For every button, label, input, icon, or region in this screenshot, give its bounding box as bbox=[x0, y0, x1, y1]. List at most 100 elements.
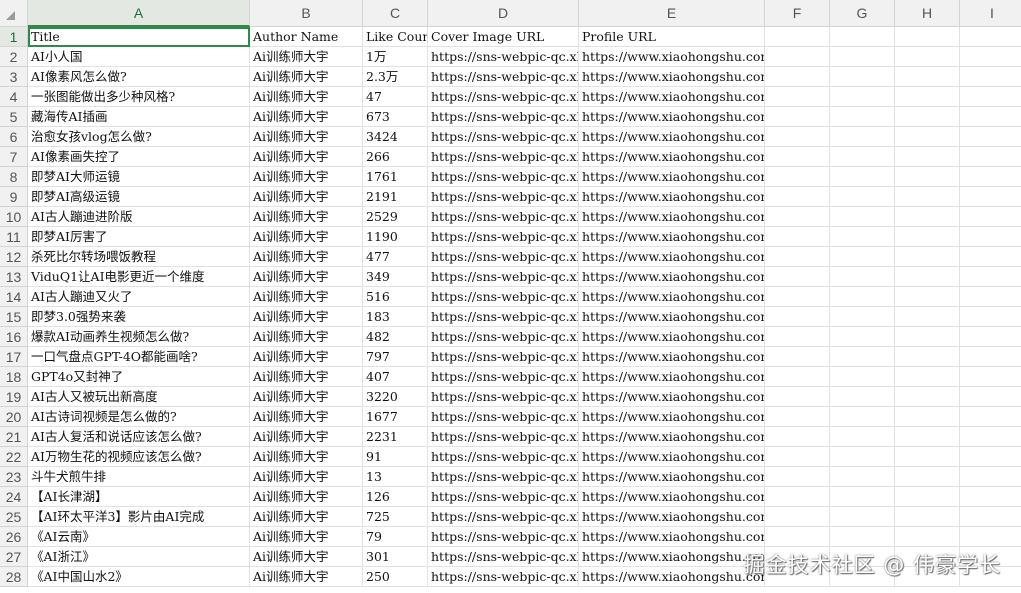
cell-g18[interactable] bbox=[830, 367, 895, 387]
cell-f19[interactable] bbox=[765, 387, 830, 407]
cell-a25[interactable]: 【AI环太平洋3】影片由AI完成 bbox=[28, 507, 250, 527]
cell-f7[interactable] bbox=[765, 147, 830, 167]
cell-f26[interactable] bbox=[765, 527, 830, 547]
cell-b3[interactable]: Ai训练师大宇 bbox=[250, 67, 363, 87]
cell-h18[interactable] bbox=[895, 367, 960, 387]
cell-i18[interactable] bbox=[960, 367, 1021, 387]
cell-d27[interactable]: https://sns-webpic-qc.xh bbox=[428, 547, 579, 567]
cell-f23[interactable] bbox=[765, 467, 830, 487]
cell-g6[interactable] bbox=[830, 127, 895, 147]
cell-h20[interactable] bbox=[895, 407, 960, 427]
cell-e3[interactable]: https://www.xiaohongshu.com/user/profile… bbox=[579, 67, 765, 87]
cell-a8[interactable]: 即梦AI大师运镜 bbox=[28, 167, 250, 187]
cell-a5[interactable]: 藏海传AI插画 bbox=[28, 107, 250, 127]
cell-f22[interactable] bbox=[765, 447, 830, 467]
cell-e11[interactable]: https://www.xiaohongshu.com/user/profile… bbox=[579, 227, 765, 247]
cell-g26[interactable] bbox=[830, 527, 895, 547]
column-header-e[interactable]: E bbox=[579, 0, 765, 27]
cell-d18[interactable]: https://sns-webpic-qc.xh bbox=[428, 367, 579, 387]
cell-i19[interactable] bbox=[960, 387, 1021, 407]
cell-h8[interactable] bbox=[895, 167, 960, 187]
cell-g3[interactable] bbox=[830, 67, 895, 87]
cell-d11[interactable]: https://sns-webpic-qc.xh bbox=[428, 227, 579, 247]
cell-a16[interactable]: 爆款AI动画养生视频怎么做? bbox=[28, 327, 250, 347]
cell-i1[interactable] bbox=[960, 27, 1021, 47]
cell-c22[interactable]: 91 bbox=[363, 447, 428, 467]
cell-f18[interactable] bbox=[765, 367, 830, 387]
row-header-20[interactable]: 20 bbox=[0, 407, 28, 427]
cell-h1[interactable] bbox=[895, 27, 960, 47]
cell-e26[interactable]: https://www.xiaohongshu.com/user/profile… bbox=[579, 527, 765, 547]
cell-c14[interactable]: 516 bbox=[363, 287, 428, 307]
cell-e22[interactable]: https://www.xiaohongshu.com/user/profile… bbox=[579, 447, 765, 467]
cell-b25[interactable]: Ai训练师大宇 bbox=[250, 507, 363, 527]
cell-e28[interactable]: https://www.xiaohongshu.com/user/profile… bbox=[579, 567, 765, 587]
cell-e10[interactable]: https://www.xiaohongshu.com/user/profile… bbox=[579, 207, 765, 227]
cell-c1[interactable]: Like Count bbox=[363, 27, 428, 47]
cell-h23[interactable] bbox=[895, 467, 960, 487]
row-header-22[interactable]: 22 bbox=[0, 447, 28, 467]
cell-a26[interactable]: 《AI云南》 bbox=[28, 527, 250, 547]
cell-c21[interactable]: 2231 bbox=[363, 427, 428, 447]
row-header-8[interactable]: 8 bbox=[0, 167, 28, 187]
cell-c17[interactable]: 797 bbox=[363, 347, 428, 367]
cell-b4[interactable]: Ai训练师大宇 bbox=[250, 87, 363, 107]
cell-e9[interactable]: https://www.xiaohongshu.com/user/profile… bbox=[579, 187, 765, 207]
cell-d17[interactable]: https://sns-webpic-qc.xh bbox=[428, 347, 579, 367]
cell-g19[interactable] bbox=[830, 387, 895, 407]
cell-d24[interactable]: https://sns-webpic-qc.xh bbox=[428, 487, 579, 507]
cell-a1[interactable]: Title bbox=[28, 27, 250, 47]
column-header-b[interactable]: B bbox=[250, 0, 363, 27]
cell-b26[interactable]: Ai训练师大宇 bbox=[250, 527, 363, 547]
cell-i15[interactable] bbox=[960, 307, 1021, 327]
row-header-9[interactable]: 9 bbox=[0, 187, 28, 207]
cell-d4[interactable]: https://sns-webpic-qc.xh bbox=[428, 87, 579, 107]
row-header-4[interactable]: 4 bbox=[0, 87, 28, 107]
cell-c16[interactable]: 482 bbox=[363, 327, 428, 347]
cell-f2[interactable] bbox=[765, 47, 830, 67]
cell-d22[interactable]: https://sns-webpic-qc.xh bbox=[428, 447, 579, 467]
cell-g21[interactable] bbox=[830, 427, 895, 447]
cell-i9[interactable] bbox=[960, 187, 1021, 207]
cell-f11[interactable] bbox=[765, 227, 830, 247]
cell-h13[interactable] bbox=[895, 267, 960, 287]
cell-g14[interactable] bbox=[830, 287, 895, 307]
row-header-21[interactable]: 21 bbox=[0, 427, 28, 447]
cell-c11[interactable]: 1190 bbox=[363, 227, 428, 247]
column-header-a[interactable]: A bbox=[28, 0, 250, 27]
cell-h22[interactable] bbox=[895, 447, 960, 467]
cell-a27[interactable]: 《AI浙江》 bbox=[28, 547, 250, 567]
cell-a6[interactable]: 治愈女孩vlog怎么做? bbox=[28, 127, 250, 147]
cell-d28[interactable]: https://sns-webpic-qc.xh bbox=[428, 567, 579, 587]
cell-a14[interactable]: AI古人蹦迪又火了 bbox=[28, 287, 250, 307]
cell-e8[interactable]: https://www.xiaohongshu.com/user/profile… bbox=[579, 167, 765, 187]
cell-f25[interactable] bbox=[765, 507, 830, 527]
cell-e13[interactable]: https://www.xiaohongshu.com/user/profile… bbox=[579, 267, 765, 287]
row-header-3[interactable]: 3 bbox=[0, 67, 28, 87]
cell-d6[interactable]: https://sns-webpic-qc.xh bbox=[428, 127, 579, 147]
cell-b8[interactable]: Ai训练师大宇 bbox=[250, 167, 363, 187]
row-header-5[interactable]: 5 bbox=[0, 107, 28, 127]
cell-b14[interactable]: Ai训练师大宇 bbox=[250, 287, 363, 307]
cell-g17[interactable] bbox=[830, 347, 895, 367]
row-header-27[interactable]: 27 bbox=[0, 547, 28, 567]
cell-i13[interactable] bbox=[960, 267, 1021, 287]
cell-a10[interactable]: AI古人蹦迪进阶版 bbox=[28, 207, 250, 227]
cell-b23[interactable]: Ai训练师大宇 bbox=[250, 467, 363, 487]
cell-i23[interactable] bbox=[960, 467, 1021, 487]
column-header-g[interactable]: G bbox=[830, 0, 895, 27]
cell-g9[interactable] bbox=[830, 187, 895, 207]
select-all-corner[interactable] bbox=[0, 0, 28, 27]
cell-a23[interactable]: 斗牛犬煎牛排 bbox=[28, 467, 250, 487]
cell-c27[interactable]: 301 bbox=[363, 547, 428, 567]
cell-d19[interactable]: https://sns-webpic-qc.xh bbox=[428, 387, 579, 407]
cell-e20[interactable]: https://www.xiaohongshu.com/user/profile… bbox=[579, 407, 765, 427]
cell-e27[interactable]: https://www.xiaohongshu.com/user/profile… bbox=[579, 547, 765, 567]
cell-a24[interactable]: 【AI长津湖】 bbox=[28, 487, 250, 507]
cell-d9[interactable]: https://sns-webpic-qc.xh bbox=[428, 187, 579, 207]
cell-d15[interactable]: https://sns-webpic-qc.xh bbox=[428, 307, 579, 327]
row-header-18[interactable]: 18 bbox=[0, 367, 28, 387]
cell-e15[interactable]: https://www.xiaohongshu.com/user/profile… bbox=[579, 307, 765, 327]
cell-c28[interactable]: 250 bbox=[363, 567, 428, 587]
cell-c18[interactable]: 407 bbox=[363, 367, 428, 387]
